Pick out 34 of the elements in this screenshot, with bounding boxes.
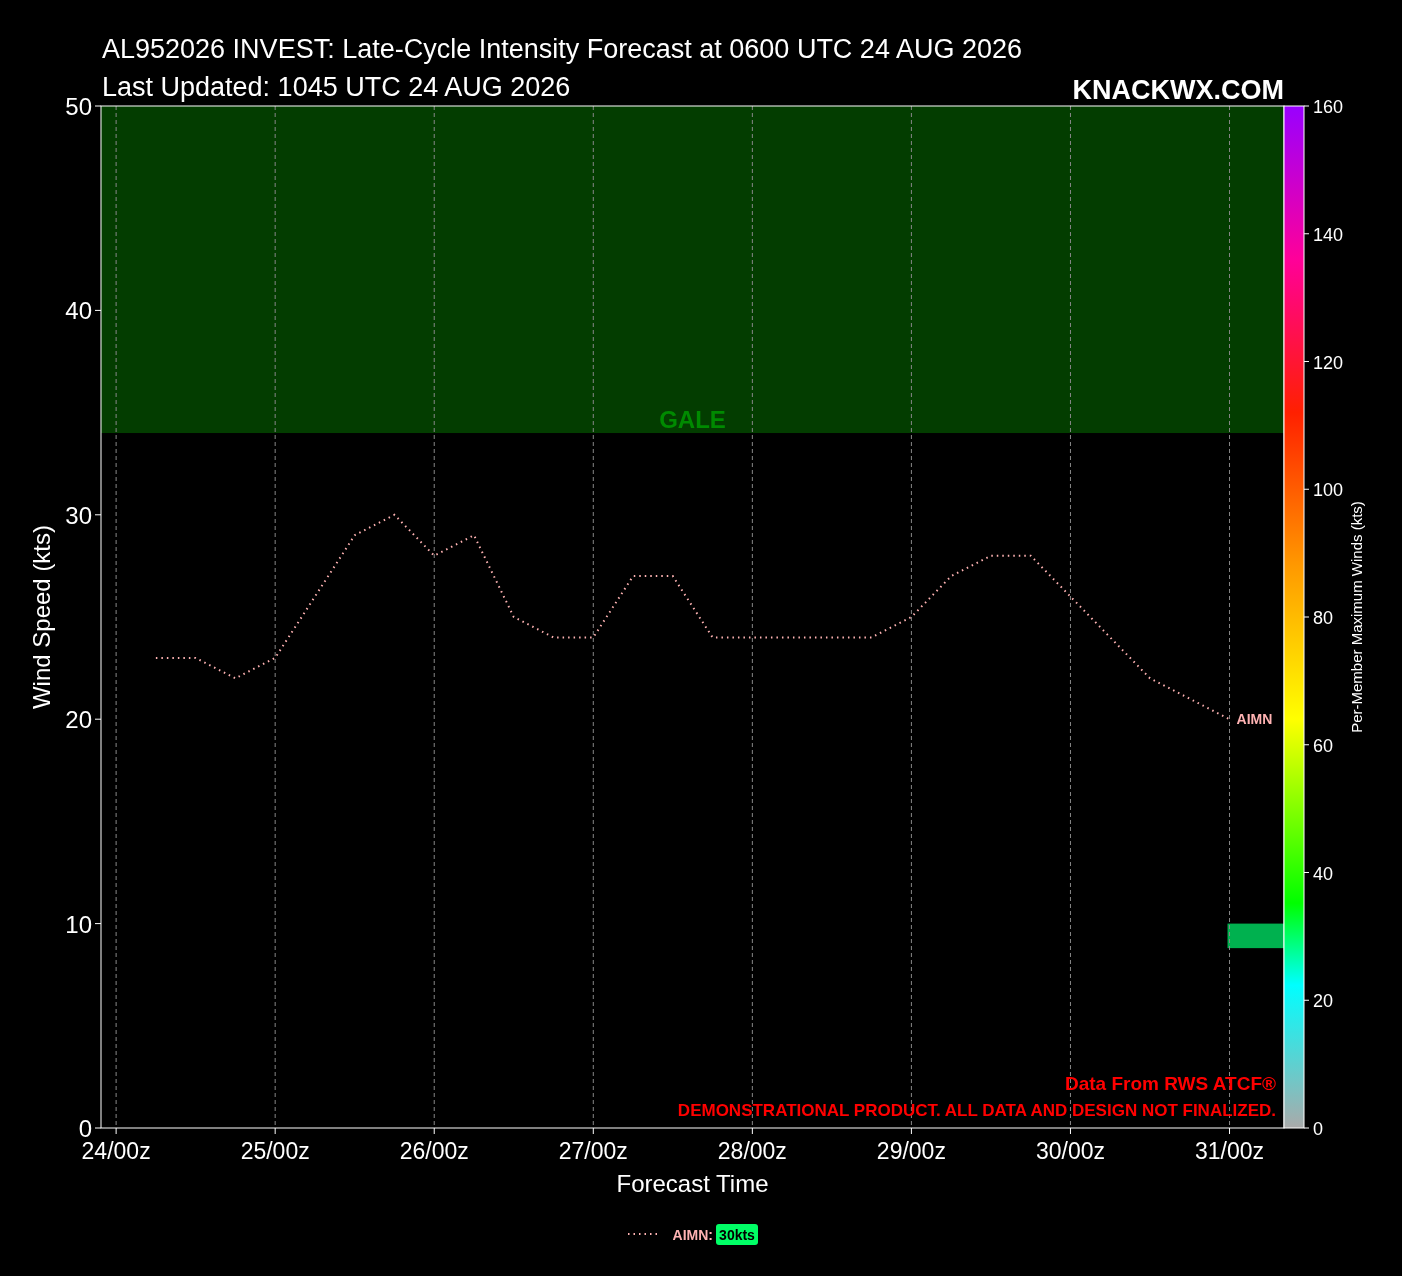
x-tick-label: 26/00z bbox=[399, 1138, 469, 1164]
x-tick-label: 30/00z bbox=[1035, 1138, 1105, 1164]
data-note: DEMONSTRATIONAL PRODUCT. ALL DATA AND DESIGN NOT FINALIZED. bbox=[677, 1101, 1276, 1120]
brand-name: KNACKWX.COM bbox=[1072, 75, 1284, 105]
color-bar-tick: 160 bbox=[1313, 97, 1344, 117]
x-tick-label: 25/00z bbox=[240, 1138, 310, 1164]
color-bar-tick: 0 bbox=[1313, 1119, 1323, 1139]
color-bar-tick: 140 bbox=[1313, 224, 1344, 245]
color-bar-tick: 80 bbox=[1313, 608, 1334, 628]
y-tick-label: 50 bbox=[65, 93, 92, 120]
legend-line-icon bbox=[627, 1233, 659, 1235]
legend-label: AIMN: bbox=[672, 1227, 713, 1243]
chart-subtitle: Last Updated: 1045 UTC 24 AUG 2026 bbox=[102, 72, 571, 102]
x-tick-label: 29/00z bbox=[876, 1138, 946, 1164]
color-bar-title: Per-Member Maximum Winds (kts) bbox=[1348, 501, 1365, 733]
color-bar-tick: 120 bbox=[1313, 352, 1344, 373]
legend-value: 30kts bbox=[719, 1227, 755, 1243]
x-tick-label: 28/00z bbox=[717, 1138, 787, 1164]
band-label: GALE bbox=[659, 406, 726, 434]
x-tick-label: 31/00z bbox=[1195, 1138, 1265, 1164]
color-bar-tick: 100 bbox=[1313, 480, 1344, 501]
x-axis-title: Forecast Time bbox=[616, 1170, 769, 1197]
y-axis-title: Wind Speed (kts) bbox=[28, 524, 55, 710]
data-note: Data From RWS ATCF® bbox=[1064, 1073, 1276, 1094]
y-tick-label: 20 bbox=[65, 706, 92, 734]
chart-title: AL952026 INVEST: Late-Cycle Intensity Forecast at 0600 UTC 24 AUG 2026 bbox=[102, 34, 1022, 64]
y-tick-label: 30 bbox=[65, 501, 92, 529]
y-tick-label: 40 bbox=[65, 297, 92, 325]
color-bar-tick: 20 bbox=[1313, 991, 1334, 1012]
series-label: AIMN bbox=[1236, 711, 1273, 728]
color-bar-tick: 40 bbox=[1313, 863, 1334, 884]
y-tick-label: 10 bbox=[65, 910, 92, 938]
x-tick-label: 27/00z bbox=[558, 1138, 628, 1164]
color-bar-tick: 60 bbox=[1313, 735, 1334, 756]
